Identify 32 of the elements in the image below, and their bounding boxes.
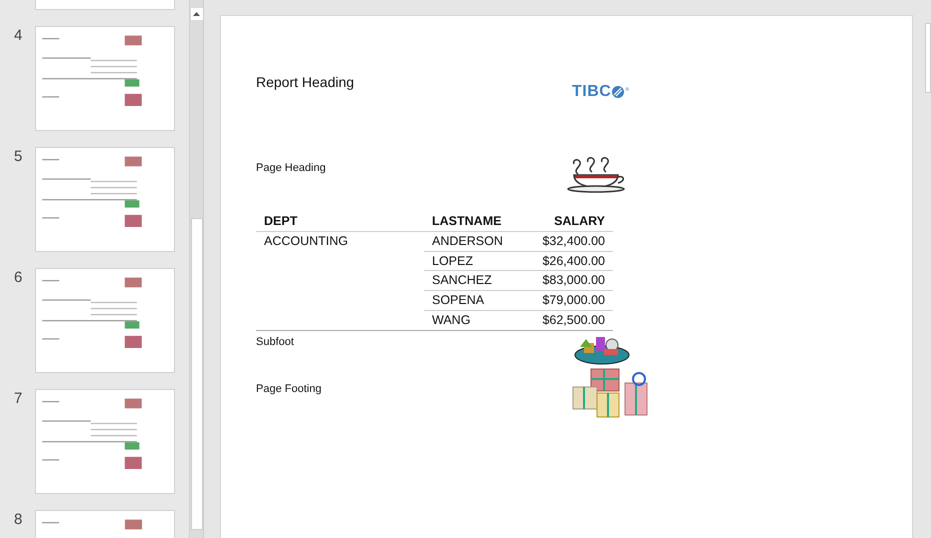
up-arrow-icon: [193, 12, 200, 16]
scrollbar-thumb[interactable]: [925, 23, 931, 93]
column-header: LASTNAME: [424, 212, 524, 232]
slide-thumbnail[interactable]: [35, 389, 175, 494]
table-cell: LOPEZ: [424, 251, 524, 271]
slide-thumbnail[interactable]: [35, 26, 175, 131]
slide-number: 5: [13, 147, 24, 164]
slide-number: 7: [13, 389, 24, 406]
table-cell: $62,500.00: [523, 310, 613, 330]
table-cell: SOPENA: [424, 290, 524, 310]
slide-number: 8: [13, 510, 24, 527]
slide-number: 6: [13, 268, 24, 285]
page-heading: Page Heading: [256, 161, 327, 176]
table-cell: SANCHEZ: [424, 270, 524, 290]
slide-thumbnail[interactable]: [35, 268, 175, 373]
report-heading: Report Heading: [256, 73, 356, 92]
table-cell: WANG: [424, 310, 524, 330]
column-header: SALARY: [523, 212, 613, 232]
table-cell: ACCOUNTING: [256, 231, 424, 251]
scroll-up-button[interactable]: [190, 8, 203, 20]
table-cell: $26,400.00: [523, 251, 613, 271]
slide-thumbnail[interactable]: [35, 147, 175, 252]
table-cell: ANDERSON: [424, 231, 524, 251]
column-header: DEPT: [256, 212, 424, 232]
scrollbar-thumb[interactable]: [190, 218, 203, 530]
logo: TIBC $^{®}$: [572, 82, 630, 102]
table-cell: $79,000.00: [523, 290, 613, 310]
slide-number: 4: [13, 26, 24, 43]
table-cell: $32,400.00: [523, 231, 613, 251]
page-footing: Page Footing: [256, 382, 322, 396]
table-cell: $83,000.00: [523, 270, 613, 290]
subfoot-label: Subfoot: [256, 334, 295, 350]
